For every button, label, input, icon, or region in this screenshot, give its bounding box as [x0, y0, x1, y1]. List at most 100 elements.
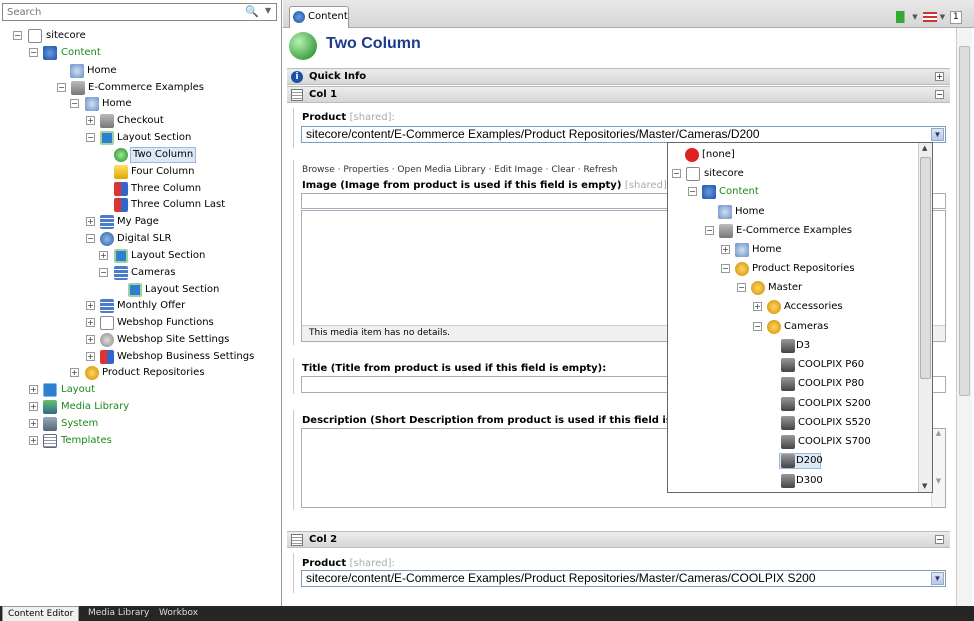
scrollbar-thumb[interactable] — [920, 157, 931, 379]
section-col2[interactable]: Col 2 − — [287, 531, 950, 548]
collapse-toggle[interactable]: − — [705, 226, 714, 235]
popup-label: E-Commerce Examples — [736, 225, 852, 236]
tree-label: Home — [87, 65, 117, 76]
info-icon: i — [291, 71, 303, 83]
expand-toggle[interactable]: + — [86, 318, 95, 327]
expand-toggle[interactable]: + — [29, 419, 38, 428]
gear-icon — [100, 333, 114, 347]
templates-icon — [43, 434, 57, 448]
product-dropdown-col2[interactable]: sitecore/content/E-Commerce Examples/Pro… — [301, 570, 946, 587]
tree-label: Product Repositories — [102, 367, 205, 378]
home-icon — [85, 97, 99, 111]
system-icon — [43, 417, 57, 431]
expand-toggle[interactable]: + — [86, 335, 95, 344]
expand-toggle[interactable]: + — [86, 116, 95, 125]
expand-toggle[interactable]: + — [86, 217, 95, 226]
layout-icon — [114, 249, 128, 263]
tree-label: Digital SLR — [117, 233, 172, 244]
collapse-toggle[interactable]: − — [86, 234, 95, 243]
expand-toggle[interactable]: + — [70, 368, 79, 377]
collapse-toggle[interactable]: − — [737, 283, 746, 292]
collapse-toggle[interactable]: − — [935, 535, 944, 544]
collapse-toggle[interactable]: − — [688, 187, 697, 196]
section-quick-info[interactable]: i Quick Info + — [287, 68, 950, 85]
three-column-icon — [114, 182, 128, 196]
tree-label: Layout Section — [131, 250, 206, 261]
image-field-label: Image (Image from product is used if thi… — [302, 180, 671, 191]
collapse-toggle[interactable]: − — [70, 99, 79, 108]
expand-toggle[interactable]: + — [721, 245, 730, 254]
collapse-toggle[interactable]: − — [86, 133, 95, 142]
scrollbar-thumb[interactable] — [959, 46, 970, 396]
collapse-toggle[interactable]: − — [672, 169, 681, 178]
chevron-down-icon[interactable]: ▼ — [910, 13, 917, 21]
product-field-label: Product [shared]: — [302, 558, 395, 569]
scroll-up-arrow[interactable]: ▲ — [922, 144, 927, 152]
version-selector[interactable]: 1 — [949, 11, 962, 24]
chevron-down-icon[interactable]: ▼ — [931, 128, 944, 141]
chevron-down-icon[interactable]: ▼ — [937, 13, 945, 21]
expand-toggle[interactable]: + — [29, 402, 38, 411]
collapse-toggle[interactable]: − — [935, 90, 944, 99]
field-frame — [293, 410, 294, 510]
language-flag-icon[interactable] — [923, 11, 938, 22]
collapse-toggle[interactable]: − — [99, 268, 108, 277]
expand-toggle[interactable]: + — [935, 72, 944, 81]
tab-content[interactable]: Content — [289, 6, 349, 28]
document-icon — [100, 316, 114, 330]
expand-toggle[interactable]: + — [29, 385, 38, 394]
search-input[interactable] — [3, 4, 233, 20]
collapse-toggle[interactable]: − — [721, 264, 730, 273]
folder-stack-icon — [71, 81, 85, 95]
section-title: Col 1 — [309, 89, 338, 100]
expand-toggle[interactable]: + — [86, 352, 95, 361]
search-icon[interactable]: 🔍 — [245, 5, 259, 18]
search-box[interactable]: 🔍 ▼ — [2, 3, 277, 21]
collapse-toggle[interactable]: − — [57, 83, 66, 92]
media-library-icon — [43, 400, 57, 414]
four-column-icon — [114, 165, 128, 179]
camera-icon — [781, 377, 795, 391]
textarea-scrollbar[interactable]: ▲ ▼ — [931, 429, 945, 507]
popup-scrollbar[interactable]: ▲ ▼ — [918, 143, 932, 492]
tree-label: Home — [102, 98, 132, 109]
tab-workbox[interactable]: Workbox — [154, 606, 203, 621]
page-grid-icon — [114, 266, 128, 280]
product-dropdown[interactable]: sitecore/content/E-Commerce Examples/Pro… — [301, 126, 946, 143]
collapse-toggle[interactable]: − — [753, 322, 762, 331]
business-settings-icon — [100, 350, 114, 364]
section-col1[interactable]: Col 1 − — [287, 86, 950, 103]
field-frame — [293, 553, 294, 593]
title-field-label: Title (Title from product is used if thi… — [302, 363, 607, 374]
chevron-down-icon[interactable]: ▼ — [265, 6, 271, 15]
navigate-icon[interactable] — [896, 10, 910, 23]
camera-icon — [781, 339, 795, 353]
content-icon — [43, 46, 57, 60]
repository-icon — [767, 300, 781, 314]
media-commands[interactable]: Browse · Properties · Open Media Library… — [302, 165, 617, 175]
tab-content-editor[interactable]: Content Editor — [2, 606, 80, 621]
editor-scrollbar[interactable] — [956, 28, 972, 606]
tree-label: Three Column — [131, 183, 202, 194]
expand-toggle[interactable]: + — [99, 251, 108, 260]
layout-icon — [43, 383, 57, 397]
scroll-down-arrow[interactable]: ▼ — [922, 482, 927, 490]
tree-label: Layout Section — [117, 132, 192, 143]
expand-toggle[interactable]: + — [86, 301, 95, 310]
collapse-toggle[interactable]: − — [13, 31, 22, 40]
popup-label: COOLPIX P60 — [798, 359, 865, 370]
section-icon — [291, 534, 303, 546]
expand-toggle[interactable]: + — [29, 436, 38, 445]
tree-label: Webshop Functions — [117, 317, 214, 328]
chevron-down-icon[interactable]: ▼ — [931, 572, 944, 585]
popup-label: COOLPIX S700 — [798, 436, 871, 447]
tab-media-library[interactable]: Media Library — [83, 606, 154, 621]
camera-icon — [781, 454, 795, 468]
tree-label: System — [61, 418, 99, 429]
expand-toggle[interactable]: + — [753, 302, 762, 311]
tree-label: Content — [61, 47, 101, 58]
page-title: Two Column — [326, 35, 421, 52]
home-icon — [718, 205, 732, 219]
tree-label: Monthly Offer — [117, 300, 186, 311]
collapse-toggle[interactable]: − — [29, 48, 38, 57]
